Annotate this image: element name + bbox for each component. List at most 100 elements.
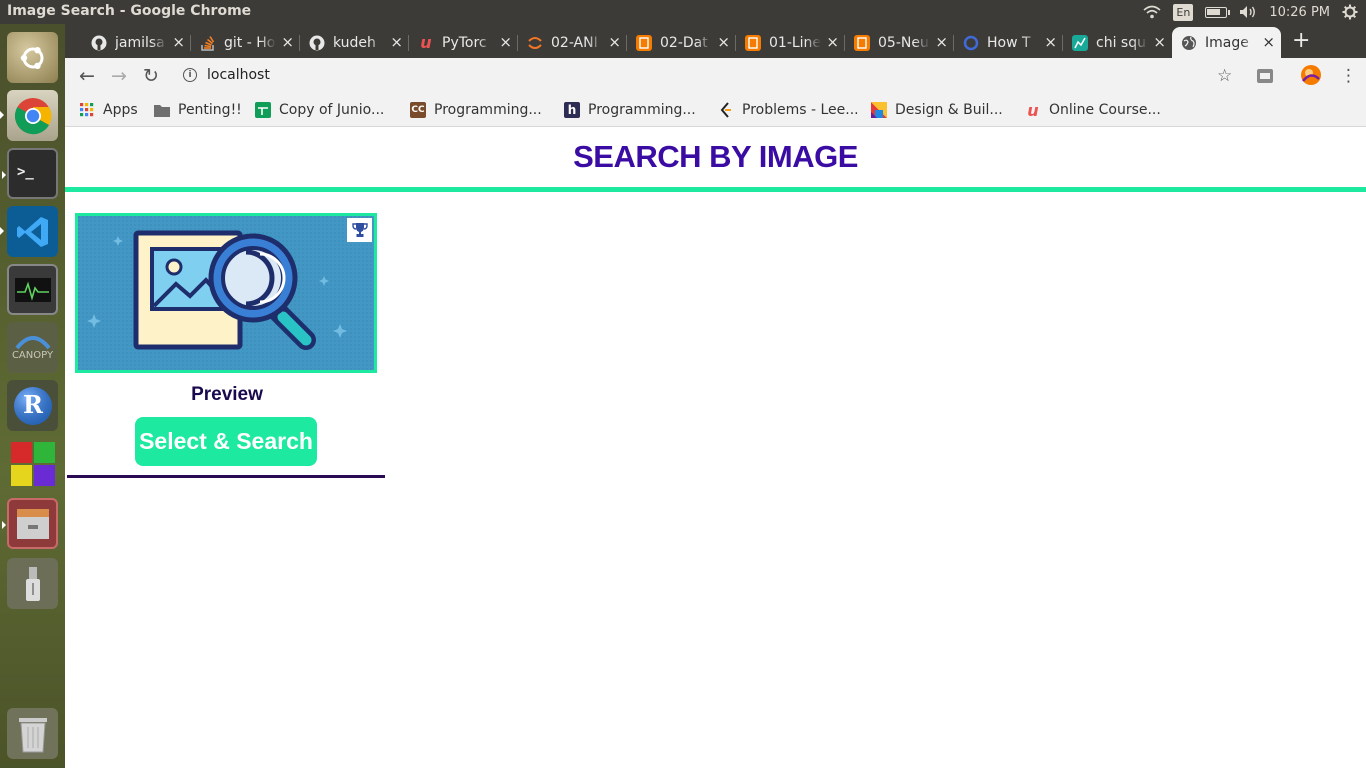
stackoverflow-icon [200, 35, 216, 51]
browser-tab[interactable]: How T × [954, 27, 1063, 58]
extension-icon[interactable] [1257, 68, 1273, 88]
battery-icon[interactable] [1205, 6, 1231, 18]
address-bar[interactable] [173, 61, 1323, 91]
reload-icon[interactable]: ↻ [140, 65, 162, 87]
clock[interactable]: 10:26 PM [1269, 5, 1330, 20]
system-monitor-icon[interactable] [7, 264, 58, 315]
page-title: SEARCH BY IMAGE [573, 139, 858, 174]
jupyter-icon [527, 35, 543, 51]
bookmark-item[interactable]: Copy of Junio... [255, 100, 384, 120]
tab-label: git - Ho [224, 34, 276, 51]
browser-tab[interactable]: 02-ANI × [518, 27, 627, 58]
tab-close-icon[interactable]: × [499, 33, 512, 51]
bookmark-item[interactable]: h Programming... [564, 100, 696, 120]
codementor-icon [963, 35, 979, 51]
trash-icon[interactable] [7, 708, 58, 759]
notebook-icon [854, 34, 870, 51]
tab-close-icon[interactable]: × [826, 33, 839, 51]
browser-tab[interactable]: 01-Line × [736, 27, 845, 58]
bookmark-label: Penting!! [178, 102, 242, 118]
sheets-icon [255, 102, 271, 118]
tab-label: kudeh [333, 34, 376, 51]
search-image-illustration [78, 216, 374, 370]
browser-tab[interactable]: 05-Neu × [845, 27, 954, 58]
url-text[interactable]: localhost [207, 67, 270, 83]
cc-icon: CC [410, 102, 426, 118]
github-icon [91, 35, 107, 51]
browser-tab[interactable]: Image × [1172, 27, 1281, 58]
workspace-switcher-icon[interactable] [7, 438, 58, 489]
tab-close-icon[interactable]: × [172, 33, 185, 51]
coursera-icon [871, 102, 887, 118]
page-content: SEARCH BY IMAGE Preview Select & Search [65, 128, 1366, 768]
forward-arrow-icon[interactable]: → [108, 65, 130, 87]
browser-tab[interactable]: u PyTorc × [409, 27, 518, 58]
canopy-icon[interactable]: CANOPY [7, 322, 58, 373]
bookmark-item[interactable]: u Online Course... [1025, 100, 1161, 120]
browser-tab[interactable]: git - Ho × [191, 27, 300, 58]
chrome-menu-icon[interactable]: ⋮ [1340, 66, 1357, 86]
tab-close-icon[interactable]: × [1153, 33, 1166, 51]
notebook-icon [636, 34, 652, 51]
vscode-icon[interactable] [0, 206, 58, 257]
tab-close-icon[interactable]: × [717, 33, 730, 51]
tab-label: jamilsa [115, 34, 165, 51]
tab-close-icon[interactable]: × [1044, 33, 1057, 51]
ubuntu-dash-icon[interactable] [7, 32, 58, 83]
bookmark-label: Copy of Junio... [279, 102, 385, 118]
notebook-icon [745, 34, 761, 51]
tab-label: 01-Line [769, 34, 821, 51]
tab-label: PyTorc [442, 34, 487, 51]
wifi-icon[interactable] [1143, 5, 1161, 19]
bookmarks-bar: Apps Penting!! Copy of Junio... CC Programmi… [65, 94, 1366, 127]
terminal-icon[interactable]: >_ [2, 148, 58, 199]
bookmark-item[interactable]: Design & Buil... [871, 100, 1003, 120]
tab-close-icon[interactable]: × [935, 33, 948, 51]
browser-toolbar: ← → ↻ i localhost ☆ ⋮ [65, 58, 1366, 94]
bookmark-label: Apps [103, 102, 138, 118]
tab-label: 02-ANI [551, 34, 598, 51]
bookmark-label: Programming... [588, 102, 696, 118]
bookmark-item[interactable]: Problems - Lee... [718, 100, 859, 120]
trophy-icon[interactable] [347, 218, 372, 242]
volume-icon[interactable] [1239, 5, 1257, 19]
chart-icon [1072, 34, 1088, 51]
usb-drive-icon[interactable] [7, 558, 58, 609]
file-manager-icon[interactable] [2, 498, 58, 549]
tab-label: 02-Dat [660, 34, 708, 51]
tab-label: Image [1205, 34, 1249, 51]
tab-close-icon[interactable]: × [390, 33, 403, 51]
search-card: Preview Select & Search [67, 213, 385, 479]
hackerrank-icon: h [564, 102, 580, 118]
bookmark-star-icon[interactable]: ☆ [1217, 66, 1232, 86]
keyboard-layout-indicator[interactable]: En [1173, 3, 1194, 21]
site-info-icon[interactable]: i [183, 68, 197, 82]
back-arrow-icon[interactable]: ← [76, 65, 98, 87]
tab-label: 05-Neu [878, 34, 929, 51]
tab-close-icon[interactable]: × [608, 33, 621, 51]
bookmark-item[interactable]: CC Programming... [410, 100, 542, 120]
unity-launcher: >_ CANOPY R [0, 24, 65, 768]
canopy-label: CANOPY [11, 350, 54, 361]
browser-tab[interactable]: jamilsa × [82, 27, 191, 58]
tab-close-icon[interactable]: × [1262, 33, 1275, 51]
bookmark-item[interactable]: Penting!! [154, 100, 242, 120]
title-divider [65, 187, 1366, 192]
r-icon[interactable]: R [7, 380, 58, 431]
bookmark-item[interactable]: Apps [79, 100, 138, 120]
settings-gear-icon[interactable] [1342, 4, 1358, 20]
browser-tab[interactable]: 02-Dat × [627, 27, 736, 58]
bookmark-label: Problems - Lee... [742, 102, 859, 118]
browser-tab[interactable]: chi squ × [1063, 27, 1172, 58]
folder-icon [154, 102, 170, 118]
profile-avatar[interactable] [1301, 65, 1321, 90]
new-tab-button[interactable]: + [1292, 30, 1310, 52]
udemy-icon: u [420, 33, 432, 52]
browser-tab[interactable]: kudeh × [300, 27, 409, 58]
tab-label: How T [987, 34, 1031, 51]
browser-tab-strip: jamilsa × git - Ho × kudeh × u PyTorc × 02-ANI × 02… [65, 24, 1366, 58]
tab-close-icon[interactable]: × [281, 33, 294, 51]
chrome-icon[interactable] [0, 90, 58, 141]
bookmark-label: Design & Buil... [895, 102, 1003, 118]
select-and-search-button[interactable]: Select & Search [135, 417, 317, 466]
